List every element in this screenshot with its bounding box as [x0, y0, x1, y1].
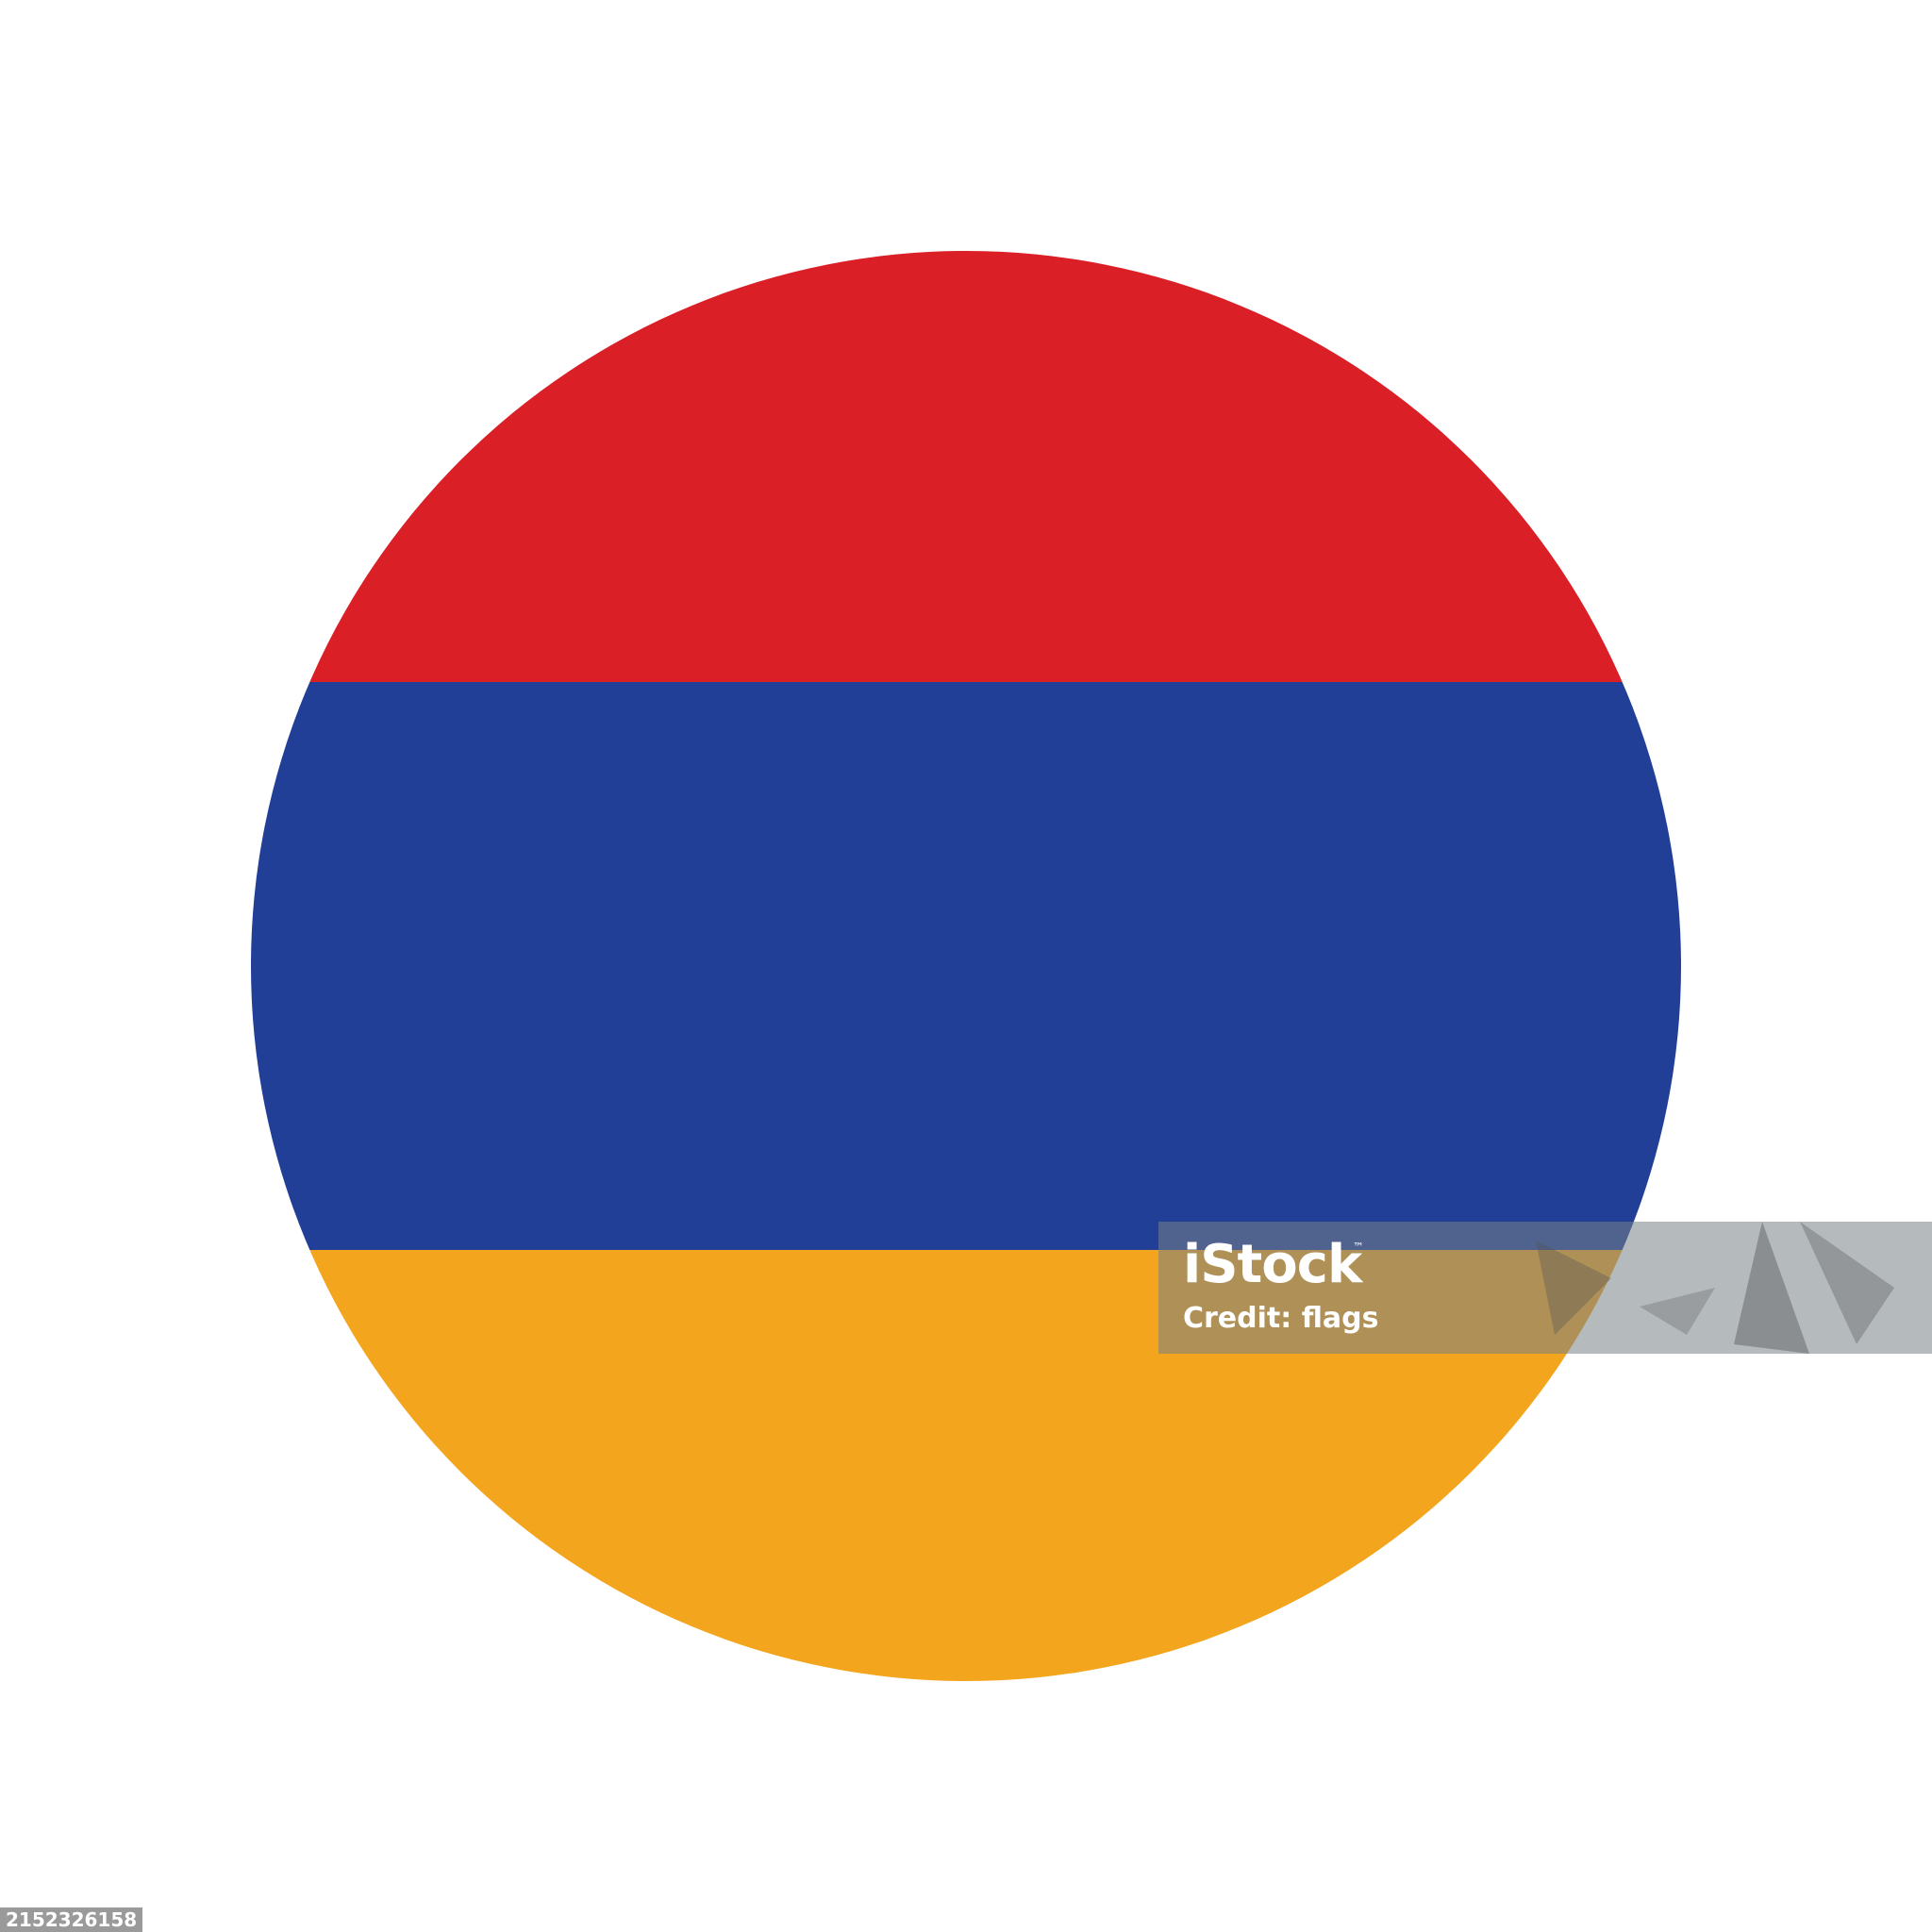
- image-canvas: iStock ™ Credit: flags 2152326158: [0, 0, 1932, 1932]
- istock-watermark: iStock ™ Credit: flags: [1158, 1222, 1932, 1354]
- credit-text: Credit: flags: [1183, 1302, 1379, 1335]
- watermark-shapes: [1536, 1222, 1894, 1354]
- flag-stripe-red: [251, 251, 1681, 682]
- trademark-mark: ™: [1353, 1241, 1364, 1254]
- flag-stripe-blue: [251, 682, 1681, 1250]
- istock-logo: iStock: [1183, 1234, 1362, 1295]
- armenia-flag-circle: [251, 251, 1681, 1681]
- image-id-label: 2152326158: [0, 1907, 143, 1932]
